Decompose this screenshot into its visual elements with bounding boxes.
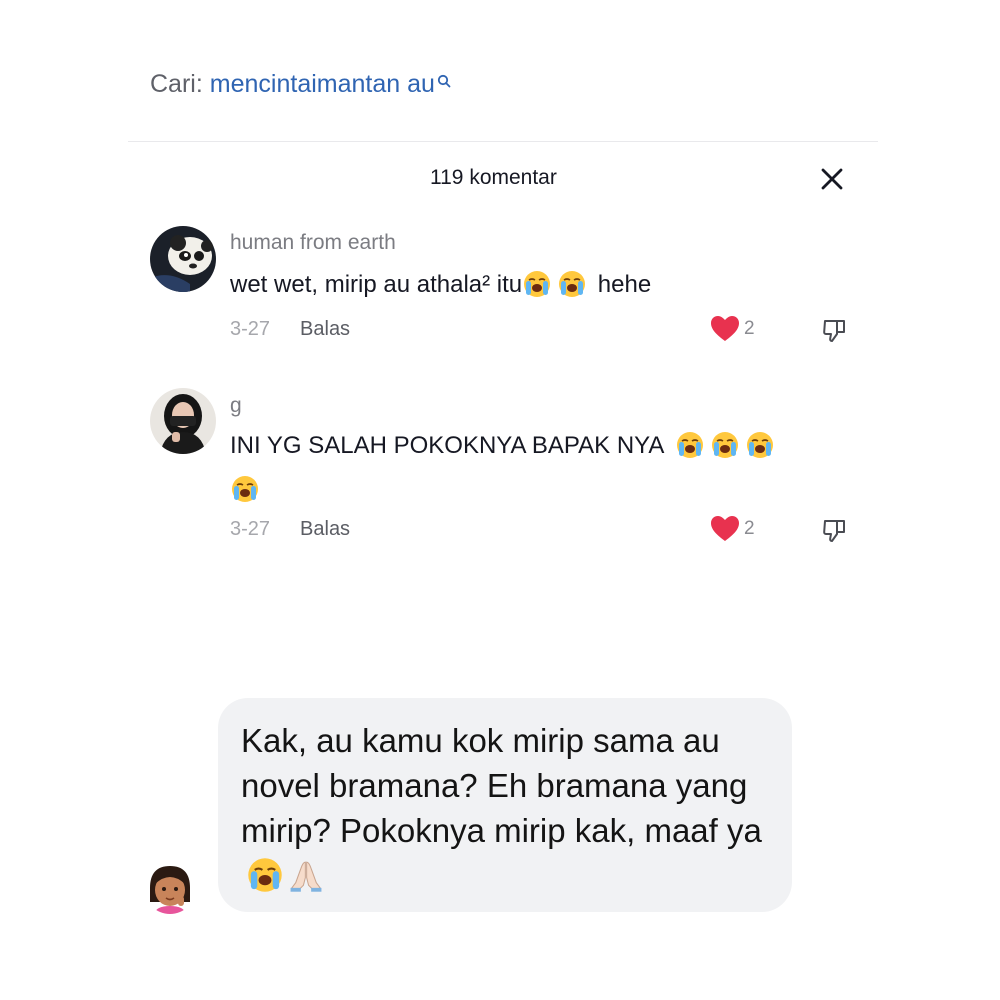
dislike-icon[interactable] bbox=[822, 318, 848, 344]
search-bar[interactable]: Cari: mencintaimantan au bbox=[150, 70, 451, 99]
comment-text-tail: hehe bbox=[597, 271, 652, 298]
reply-message-bubble: Kak, au kamu kok mirip sama au novel bra… bbox=[218, 698, 792, 912]
reply-message-text: Kak, au kamu kok mirip sama au novel bra… bbox=[241, 718, 781, 898]
avatar[interactable] bbox=[150, 388, 216, 454]
close-icon[interactable] bbox=[820, 167, 844, 191]
loudly-crying-face-icon bbox=[232, 476, 258, 502]
header-divider bbox=[128, 141, 878, 142]
like-count: 2 bbox=[744, 518, 755, 539]
comment-text: INI YG SALAH POKOKNYA BAPAK NYA bbox=[230, 424, 850, 512]
loudly-crying-face-icon bbox=[676, 432, 703, 458]
comment-date: 3-27 bbox=[230, 318, 271, 340]
dislike-icon[interactable] bbox=[822, 518, 848, 544]
comment-item: human from earth wet wet, mirip au athal… bbox=[150, 226, 860, 356]
comment-date: 3-27 bbox=[230, 518, 271, 540]
comment-item: g INI YG SALAH POKOKNYA BAPAK NYA 3-27 B… bbox=[150, 388, 860, 558]
avatar[interactable] bbox=[150, 226, 216, 292]
comment-username[interactable]: human from earth bbox=[230, 231, 396, 255]
comment-username[interactable]: g bbox=[230, 394, 242, 418]
reply-button[interactable]: Balas bbox=[300, 318, 350, 341]
search-query-link[interactable]: mencintaimantan au bbox=[210, 70, 435, 99]
comment-meta: 3-27 Balas bbox=[230, 518, 350, 541]
search-icon[interactable] bbox=[437, 74, 451, 88]
like-button[interactable]: 2 bbox=[710, 315, 755, 343]
comment-count: 119 komentar bbox=[430, 166, 557, 189]
loudly-crying-face-icon bbox=[248, 858, 282, 892]
heart-icon bbox=[711, 516, 739, 541]
search-prefix: Cari: bbox=[150, 70, 203, 98]
loudly-crying-face-icon bbox=[746, 432, 773, 458]
comment-meta: 3-27 Balas bbox=[230, 318, 350, 341]
loudly-crying-face-icon bbox=[559, 271, 586, 297]
comment-text-main: wet wet, mirip au athala² itu bbox=[230, 271, 523, 298]
like-button[interactable]: 2 bbox=[710, 515, 755, 543]
folded-hands-icon bbox=[290, 861, 322, 892]
heart-icon bbox=[711, 316, 739, 341]
reply-message-body: Kak, au kamu kok mirip sama au novel bra… bbox=[241, 722, 762, 849]
page: Cari: mencintaimantan au 119 komentar hu… bbox=[0, 0, 1000, 1000]
comment-text-main: INI YG SALAH POKOKNYA BAPAK NYA bbox=[230, 432, 664, 459]
comment-text: wet wet, mirip au athala² itu hehe bbox=[230, 263, 651, 307]
avatar[interactable] bbox=[144, 862, 196, 914]
loudly-crying-face-icon bbox=[711, 432, 738, 458]
like-count: 2 bbox=[744, 318, 755, 339]
reply-button[interactable]: Balas bbox=[300, 518, 350, 541]
loudly-crying-face-icon bbox=[524, 271, 551, 297]
